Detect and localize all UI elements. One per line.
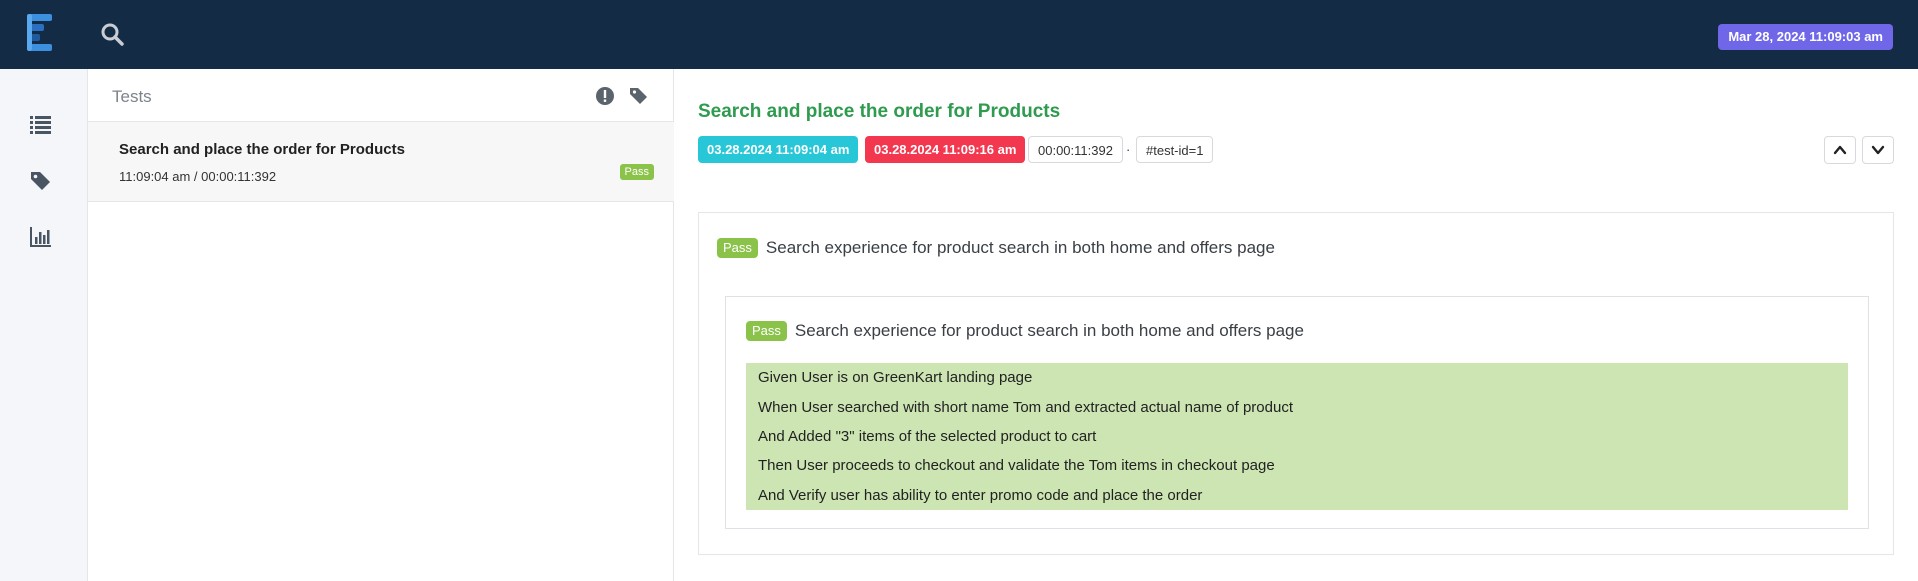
bar-chart-icon[interactable] xyxy=(28,224,54,250)
test-id-badge: #test-id=1 xyxy=(1136,136,1214,163)
exclamation-circle-icon[interactable] xyxy=(594,85,616,107)
step-item: When User searched with short name Tom a… xyxy=(758,399,1293,416)
test-detail-panel: Search and place the order for Products … xyxy=(674,69,1918,581)
status-badge: Pass xyxy=(717,238,758,258)
scenario-card: Pass Search experience for product search… xyxy=(725,296,1869,529)
top-bar: Mar 28, 2024 11:09:03 am xyxy=(0,0,1918,69)
tag-icon[interactable] xyxy=(28,168,54,194)
step-item: Then User proceeds to checkout and valid… xyxy=(758,457,1275,474)
step-item: Given User is on GreenKart landing page xyxy=(758,369,1033,386)
test-name: Search and place the order for Products xyxy=(119,141,405,158)
start-time-badge: 03.28.2024 11:09:04 am xyxy=(698,136,859,163)
test-list-item[interactable]: Search and place the order for Products … xyxy=(88,122,674,202)
step-item: And Verify user has ability to enter pro… xyxy=(758,487,1203,504)
status-badge: Pass xyxy=(746,321,787,341)
status-badge: Pass xyxy=(619,164,654,180)
scenario-header[interactable]: Pass Search experience for product search… xyxy=(746,321,1304,341)
extent-reports-logo-icon[interactable] xyxy=(27,14,63,54)
separator-dot: · xyxy=(1126,142,1131,157)
chevron-up-icon[interactable] xyxy=(1824,136,1856,164)
duration-badge: 00:00:11:392 xyxy=(1028,136,1123,163)
feature-card: Pass Search experience for product search… xyxy=(698,212,1894,555)
tests-header: Tests xyxy=(88,69,674,122)
search-icon[interactable] xyxy=(100,22,126,48)
step-item: And Added "3" items of the selected prod… xyxy=(758,428,1097,445)
end-time-badge: 03.28.2024 11:09:16 am xyxy=(865,136,1026,163)
test-time-duration: 11:09:04 am / 00:00:11:392 xyxy=(119,169,277,184)
chevron-down-icon[interactable] xyxy=(1862,136,1894,164)
side-nav xyxy=(0,69,88,581)
tests-panel: Tests Search and place the order for Pro… xyxy=(88,69,674,581)
list-icon[interactable] xyxy=(28,111,54,137)
tag-icon[interactable] xyxy=(628,85,650,107)
scenario-name: Search experience for product search in … xyxy=(794,321,1304,340)
report-datetime-badge: Mar 28, 2024 11:09:03 am xyxy=(1718,24,1893,50)
steps-list: Given User is on GreenKart landing page … xyxy=(746,363,1848,510)
feature-name: Search experience for product search in … xyxy=(765,238,1275,257)
tests-title: Tests xyxy=(112,87,152,106)
feature-header[interactable]: Pass Search experience for product search… xyxy=(717,238,1275,258)
test-title: Search and place the order for Products xyxy=(698,101,1061,122)
